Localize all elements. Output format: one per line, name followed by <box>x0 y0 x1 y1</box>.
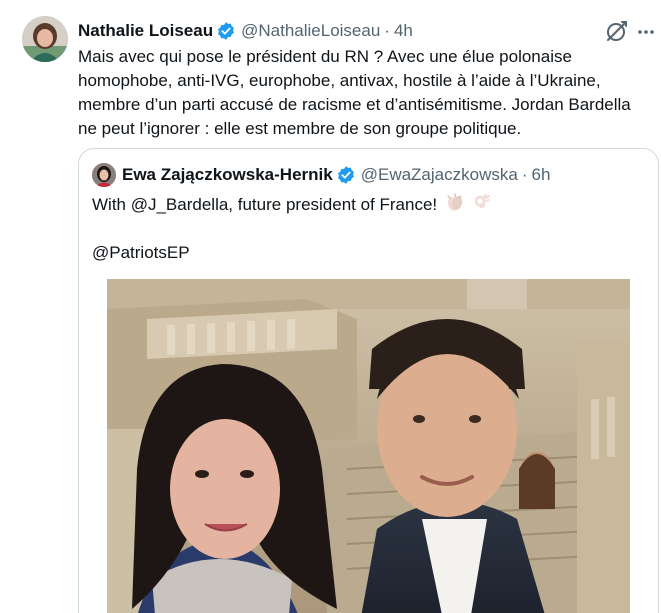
header-separator: · <box>384 21 390 40</box>
quoted-text-line-2: @PatriotsEP <box>92 243 190 262</box>
selfie-photo-image <box>107 279 630 613</box>
quoted-text-main: With @J_Bardella, future president of Fr… <box>92 195 438 214</box>
quoted-author-handle[interactable]: @EwaZajaczkowska <box>361 165 518 185</box>
grok-icon[interactable] <box>604 18 630 44</box>
tweet[interactable]: Nathalie Loiseau @NathalieLoiseau · 4h M… <box>0 0 661 613</box>
tweet-timestamp[interactable]: 4h <box>394 21 413 41</box>
quoted-tweet-text: With @J_Bardella, future president of Fr… <box>92 193 642 265</box>
quoted-author-name[interactable]: Ewa Zajączkowska-Hernik <box>122 165 333 185</box>
quoted-author-avatar-image <box>92 163 116 187</box>
quoted-header-separator: · <box>521 165 528 184</box>
quoted-tweet-header: Ewa Zajączkowska-Hernik @EwaZajaczkowska… <box>92 163 550 187</box>
author-avatar[interactable] <box>22 16 68 62</box>
quoted-text-line-1: With @J_Bardella, future president of Fr… <box>92 193 642 217</box>
author-handle[interactable]: @NathalieLoiseau <box>241 21 380 41</box>
author-avatar-image <box>22 16 68 62</box>
quoted-tweet[interactable]: Ewa Zajączkowska-Hernik @EwaZajaczkowska… <box>78 148 659 613</box>
quoted-author-avatar[interactable] <box>92 163 116 187</box>
tweet-text: Mais avec qui pose le président du RN ? … <box>78 47 631 138</box>
verified-badge-icon <box>337 166 354 184</box>
author-name[interactable]: Nathalie Loiseau <box>78 21 213 41</box>
quoted-tweet-timestamp[interactable]: 6h <box>531 165 550 185</box>
tweet-header: Nathalie Loiseau @NathalieLoiseau · 4h <box>78 20 413 42</box>
quoted-tweet-photo[interactable] <box>107 279 630 613</box>
more-dots-icon[interactable] <box>636 22 656 42</box>
clapping-hands-emoji-icon <box>447 193 463 211</box>
verified-badge-icon <box>218 22 235 40</box>
ok-hand-emoji-icon <box>474 193 490 209</box>
